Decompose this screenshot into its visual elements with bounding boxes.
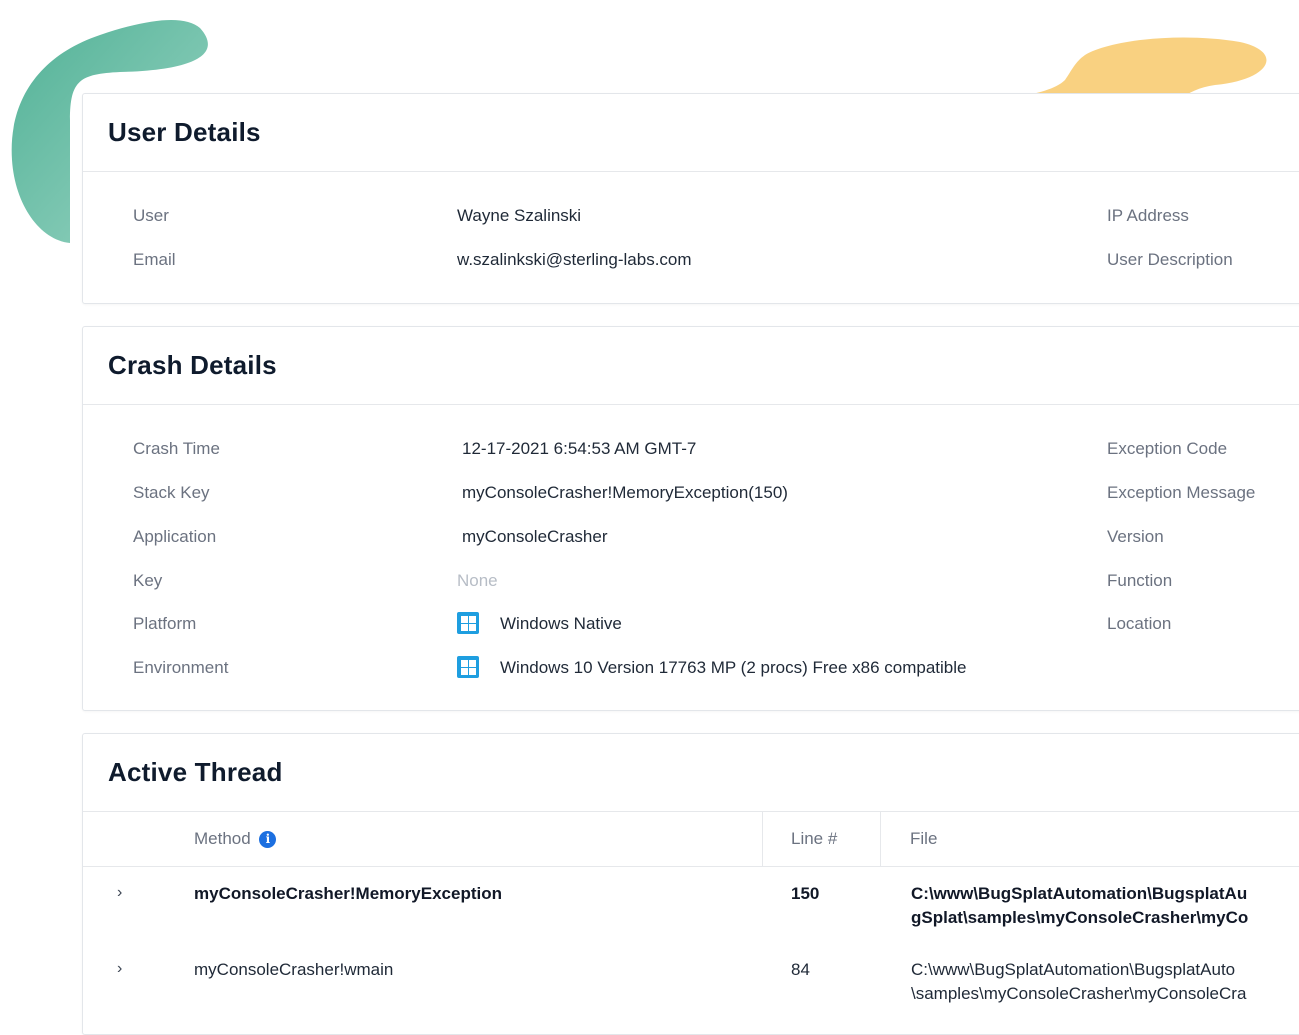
- platform-label: Platform: [133, 614, 197, 633]
- method-header-label: Method: [194, 829, 251, 848]
- user-value: Wayne Szalinski: [457, 206, 582, 225]
- stack-key-label: Stack Key: [133, 483, 210, 502]
- version-label: Version: [1107, 527, 1164, 546]
- crash-details-header: Crash Details: [83, 327, 1299, 405]
- user-label: User: [133, 206, 169, 225]
- user-details-card: User Details User Wayne Szalinski IP Add…: [82, 93, 1299, 304]
- crash-time-value: 12-17-2021 6:54:53 AM GMT-7: [462, 439, 697, 458]
- platform-value: Windows Native: [500, 614, 622, 633]
- crash-time-label: Crash Time: [133, 439, 220, 458]
- method-cell: myConsoleCrasher!wmain: [194, 960, 394, 979]
- thread-table-header: Method i Line # File: [83, 812, 1299, 867]
- environment-label: Environment: [133, 658, 229, 677]
- email-label: Email: [133, 250, 176, 269]
- application-value[interactable]: myConsoleCrasher: [462, 527, 608, 547]
- file-column-header[interactable]: File: [910, 829, 937, 849]
- windows-icon: [457, 612, 479, 634]
- file-cell-line: gSplat\samples\myConsoleCrasher\myCo: [911, 908, 1249, 927]
- column-divider: [880, 812, 881, 866]
- environment-value: Windows 10 Version 17763 MP (2 procs) Fr…: [500, 658, 967, 677]
- file-cell: C:\www\BugSplatAutomation\BugsplatAuto \…: [911, 958, 1246, 1006]
- application-label: Application: [133, 527, 217, 546]
- key-label: Key: [133, 571, 163, 590]
- file-cell: C:\www\BugSplatAutomation\BugsplatAu gSp…: [911, 882, 1248, 930]
- location-label: Location: [1107, 614, 1172, 633]
- exception-code-label: Exception Code: [1107, 439, 1228, 458]
- stack-key-value[interactable]: myConsoleCrasher!MemoryException(150): [462, 483, 788, 503]
- function-label: Function: [1107, 571, 1173, 590]
- file-cell-line: C:\www\BugSplatAutomation\BugsplatAu: [911, 884, 1248, 903]
- method-column-header[interactable]: Method i: [194, 829, 277, 849]
- crash-details-title: Crash Details: [108, 350, 277, 380]
- active-thread-header: Active Thread: [83, 734, 1299, 812]
- chevron-right-icon[interactable]: ›: [117, 960, 122, 978]
- info-icon[interactable]: i: [259, 831, 277, 849]
- file-cell-line: \samples\myConsoleCrasher\myConsoleCra: [911, 984, 1247, 1003]
- exception-message-label: Exception Message: [1107, 483, 1256, 502]
- windows-icon: [457, 656, 479, 678]
- line-cell: 84: [791, 960, 810, 979]
- user-description-label: User Description: [1107, 250, 1233, 269]
- method-cell: myConsoleCrasher!MemoryException: [194, 884, 502, 903]
- file-cell-line: C:\www\BugSplatAutomation\BugsplatAuto: [911, 960, 1236, 979]
- chevron-right-icon[interactable]: ›: [117, 884, 122, 902]
- user-details-header: User Details: [83, 94, 1299, 172]
- active-thread-title: Active Thread: [108, 757, 283, 787]
- line-column-header[interactable]: Line #: [791, 829, 837, 849]
- active-thread-card: Active Thread Method i Line # File › myC…: [82, 733, 1299, 1035]
- ip-address-label: IP Address: [1107, 206, 1189, 225]
- key-value: None: [457, 571, 498, 590]
- column-divider: [762, 812, 763, 866]
- email-value: w.szalinkski@sterling-labs.com: [457, 250, 692, 269]
- line-cell: 150: [791, 884, 820, 903]
- crash-details-card: Crash Details Crash Time 12-17-2021 6:54…: [82, 326, 1299, 711]
- user-details-title: User Details: [108, 117, 261, 147]
